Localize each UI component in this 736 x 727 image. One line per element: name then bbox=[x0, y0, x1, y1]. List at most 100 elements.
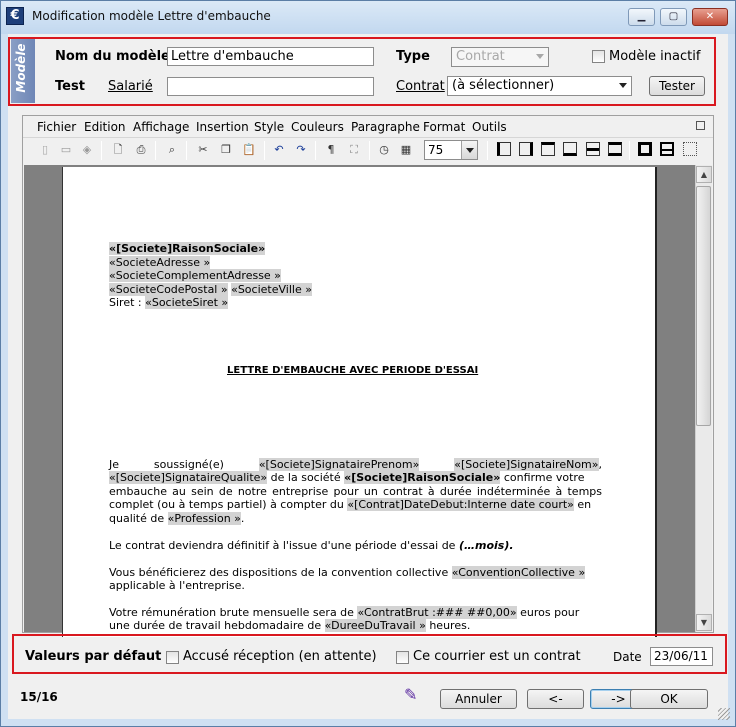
modele-inactif-checkbox[interactable] bbox=[592, 50, 605, 63]
menu-paragraphe[interactable]: Paragraphe bbox=[351, 120, 420, 134]
border-top-icon[interactable] bbox=[541, 142, 555, 156]
zoom-value: 75 bbox=[428, 143, 444, 157]
undo-icon[interactable]: ↶ bbox=[271, 142, 287, 158]
field-raison-sociale: «[Societe]RaisonSociale» bbox=[344, 471, 501, 484]
field-duree-travail: «DureeDuTravail » bbox=[324, 619, 426, 632]
toolbar-separator bbox=[101, 141, 102, 160]
doc-line-2: «[Societe]SignataireQualite» de la socié… bbox=[109, 471, 584, 484]
frame-icon[interactable]: ⛶ bbox=[346, 142, 362, 158]
courrier-contrat-checkbox[interactable] bbox=[396, 651, 409, 664]
accuse-reception-checkbox[interactable] bbox=[166, 651, 179, 664]
clock-icon[interactable]: ◷ bbox=[376, 142, 392, 158]
calendar-icon[interactable]: ▦ bbox=[398, 142, 414, 158]
close-button[interactable]: ✕ bbox=[692, 8, 728, 26]
border-outside-icon[interactable] bbox=[638, 142, 652, 156]
maximize-icon: ▢ bbox=[668, 11, 679, 22]
menu-couleurs[interactable]: Couleurs bbox=[291, 120, 344, 134]
doc-text: confirme votre bbox=[500, 471, 585, 484]
border-all-icon[interactable] bbox=[660, 142, 674, 156]
salarie-link[interactable]: Salarié bbox=[108, 79, 153, 94]
paragraph-marks-icon[interactable]: ¶ bbox=[323, 142, 339, 158]
scroll-up-button[interactable]: ▲ bbox=[696, 166, 712, 183]
doc-para-essai: Le contrat deviendra définitif à l'issue… bbox=[109, 539, 514, 552]
app-icon: € bbox=[6, 7, 24, 25]
doc-para-remuneration-2: une durée de travail hebdomadaire de «Du… bbox=[109, 619, 470, 632]
date-input[interactable]: 23/06/11 bbox=[650, 647, 713, 666]
contrat-select[interactable]: (à sélectionner) bbox=[447, 76, 632, 96]
scroll-thumb[interactable] bbox=[696, 186, 711, 426]
cut-icon[interactable]: ✂ bbox=[195, 142, 211, 158]
type-select[interactable]: Contrat bbox=[451, 47, 549, 67]
doc-line-5: qualité de «Profession ». bbox=[109, 512, 244, 525]
scroll-down-icon: ▼ bbox=[700, 618, 708, 627]
menu-insertion[interactable]: Insertion bbox=[196, 120, 249, 134]
chevron-down-icon bbox=[536, 54, 544, 59]
field-societe-ville: «SocieteVille » bbox=[231, 283, 312, 296]
field-societe-adresse: «SocieteAdresse » bbox=[109, 256, 211, 269]
toolbar-separator bbox=[264, 141, 265, 160]
doc-text: Le contrat deviendra définitif à l'issue… bbox=[109, 539, 459, 552]
doc-text: (…mois). bbox=[458, 539, 514, 552]
contrat-link[interactable]: Contrat bbox=[396, 79, 445, 94]
type-label: Type bbox=[396, 49, 430, 64]
border-inner-horizontal-icon[interactable] bbox=[586, 142, 600, 156]
doc-text: de la société bbox=[267, 471, 345, 484]
annuler-button[interactable]: Annuler bbox=[440, 689, 517, 709]
field-raison-sociale: «[Societe]RaisonSociale» bbox=[109, 242, 266, 255]
menu-affichage[interactable]: Affichage bbox=[133, 120, 189, 134]
redo-icon[interactable]: ↷ bbox=[293, 142, 309, 158]
border-right-icon[interactable] bbox=[519, 142, 533, 156]
tester-button[interactable]: Tester bbox=[649, 76, 705, 96]
courrier-contrat-label: Ce courrier est un contrat bbox=[413, 649, 581, 664]
ok-button[interactable]: OK bbox=[630, 689, 708, 709]
print-icon[interactable]: ⎙ bbox=[133, 142, 149, 158]
toolbar-separator bbox=[315, 141, 316, 160]
doc-text: . bbox=[240, 512, 245, 525]
restore-editor-icon[interactable] bbox=[696, 121, 705, 130]
toolbar-separator bbox=[186, 141, 187, 160]
toolbar-separator bbox=[487, 141, 488, 160]
doc-line-1: Je soussigné(e) «[Societe]SignatairePren… bbox=[109, 458, 603, 471]
siret-label: Siret : bbox=[109, 296, 146, 309]
doc-text: Je bbox=[109, 458, 120, 471]
resize-grip[interactable] bbox=[718, 708, 730, 720]
maximize-button[interactable]: ▢ bbox=[660, 8, 687, 26]
menu-edition[interactable]: Edition bbox=[84, 120, 126, 134]
border-none-icon[interactable] bbox=[683, 142, 697, 156]
new-document-icon[interactable]: ▯ bbox=[37, 142, 53, 158]
border-left-icon[interactable] bbox=[497, 142, 511, 156]
minimize-button[interactable]: ▁ bbox=[628, 8, 655, 26]
field-profession: «Profession » bbox=[167, 512, 241, 525]
border-bottom-icon[interactable] bbox=[563, 142, 577, 156]
doc-para-remuneration: Votre rémunération brute mensuelle sera … bbox=[109, 606, 579, 619]
copy-icon[interactable]: ❐ bbox=[218, 142, 234, 158]
menu-fichier[interactable]: Fichier bbox=[37, 120, 76, 134]
menu-format[interactable]: Format bbox=[423, 120, 465, 134]
pencil-icon[interactable]: ✎ bbox=[404, 685, 424, 705]
save-icon[interactable]: ◈ bbox=[79, 142, 95, 158]
previous-button[interactable]: <- bbox=[527, 689, 584, 709]
menu-style[interactable]: Style bbox=[254, 120, 284, 134]
menu-outils[interactable]: Outils bbox=[472, 120, 507, 134]
toolbar-separator bbox=[629, 141, 630, 160]
scroll-down-button[interactable]: ▼ bbox=[696, 614, 712, 631]
accuse-reception-label: Accusé réception (en attente) bbox=[183, 649, 377, 664]
doc-text: Votre rémunération brute mensuelle sera … bbox=[109, 606, 358, 619]
nom-modele-input[interactable]: Lettre d'embauche bbox=[167, 47, 374, 66]
doc-text: une durée de travail hebdomadaire de bbox=[109, 619, 325, 632]
salarie-input[interactable] bbox=[167, 77, 374, 96]
contrat-value: (à sélectionner) bbox=[452, 78, 555, 93]
zoom-select[interactable]: 75 bbox=[424, 140, 478, 160]
open-folder-icon[interactable]: ▭ bbox=[58, 142, 74, 158]
doc-para-convention-2: applicable à l'entreprise. bbox=[109, 579, 245, 592]
border-top-bottom-icon[interactable] bbox=[608, 142, 622, 156]
paste-icon[interactable]: 📋 bbox=[241, 142, 257, 158]
field-societe-complement: «SocieteComplementAdresse » bbox=[109, 269, 281, 282]
minimize-icon: ▁ bbox=[637, 11, 646, 22]
find-icon[interactable]: ⌕ bbox=[164, 142, 180, 158]
test-label: Test bbox=[55, 79, 85, 94]
toolbar-separator bbox=[155, 141, 156, 160]
doc-text: qualité de bbox=[109, 512, 168, 525]
print-preview-icon[interactable]: 🗋 bbox=[110, 142, 126, 158]
field-contrat-brut: «ContratBrut :### ##0,00» bbox=[357, 606, 517, 619]
